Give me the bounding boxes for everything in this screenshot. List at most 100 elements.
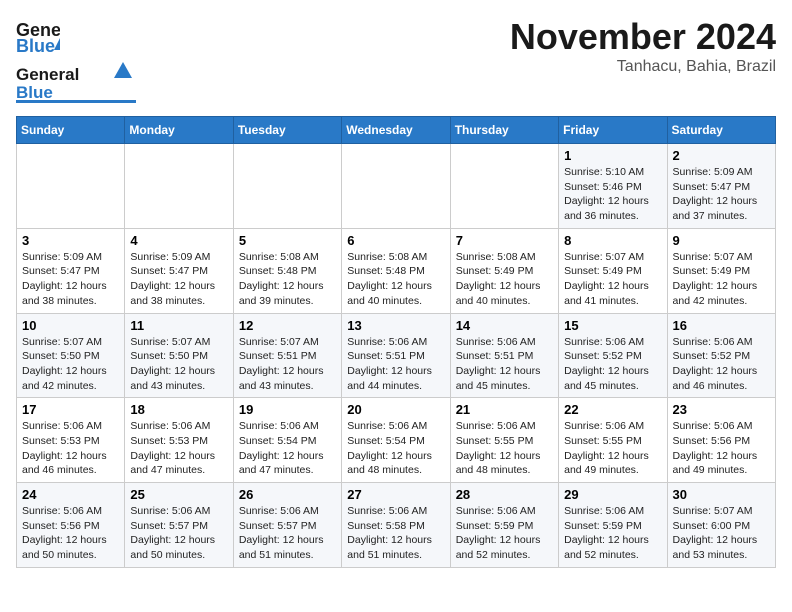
col-wednesday: Wednesday: [342, 117, 450, 144]
calendar-cell: 8Sunrise: 5:07 AM Sunset: 5:49 PM Daylig…: [559, 228, 667, 313]
day-info: Sunrise: 5:06 AM Sunset: 5:51 PM Dayligh…: [456, 335, 553, 394]
calendar-cell: [233, 144, 341, 229]
day-info: Sunrise: 5:06 AM Sunset: 5:54 PM Dayligh…: [239, 419, 336, 478]
calendar-cell: 27Sunrise: 5:06 AM Sunset: 5:58 PM Dayli…: [342, 483, 450, 568]
day-number: 24: [22, 487, 119, 502]
calendar-cell: 4 Sunrise: 5:09 AM Sunset: 5:47 PM Daylig…: [125, 228, 233, 313]
calendar-cell: 24 Sunrise: 5:06 AM Sunset: 5:56 PM Dayli…: [17, 483, 125, 568]
day-info: Sunrise: 5:06 AM Sunset: 5:57 PM Dayligh…: [130, 504, 227, 563]
day-info: Sunrise: 5:09 AM Sunset: 5:47 PM Dayligh…: [130, 250, 227, 309]
calendar-cell: 5 Sunrise: 5:08 AM Sunset: 5:48 PM Daylig…: [233, 228, 341, 313]
day-number: 6: [347, 233, 444, 248]
day-number: 13: [347, 318, 444, 333]
calendar-cell: 10 Sunrise: 5:07 AM Sunset: 5:50 PM Dayli…: [17, 313, 125, 398]
day-info: Sunrise: 5:07 AM Sunset: 5:49 PM Dayligh…: [673, 250, 770, 309]
day-info: Sunrise: 5:10 AM Sunset: 5:46 PM Dayligh…: [564, 165, 661, 224]
calendar-week-2: 3Sunrise: 5:09 AM Sunset: 5:47 PM Daylig…: [17, 228, 776, 313]
calendar-cell: 11 Sunrise: 5:07 AM Sunset: 5:50 PM Dayli…: [125, 313, 233, 398]
calendar-cell: [17, 144, 125, 229]
calendar-cell: 1 Sunrise: 5:10 AM Sunset: 5:46 PM Daylig…: [559, 144, 667, 229]
calendar-cell: 20 Sunrise: 5:06 AM Sunset: 5:54 PM Dayli…: [342, 398, 450, 483]
day-info: Sunrise: 5:06 AM Sunset: 5:58 PM Dayligh…: [347, 504, 444, 563]
col-monday: Monday: [125, 117, 233, 144]
calendar-cell: 19 Sunrise: 5:06 AM Sunset: 5:54 PM Dayli…: [233, 398, 341, 483]
day-info: Sunrise: 5:06 AM Sunset: 5:52 PM Dayligh…: [673, 335, 770, 394]
day-number: 2: [673, 148, 770, 163]
day-number: 9: [673, 233, 770, 248]
day-number: 4: [130, 233, 227, 248]
day-number: 11: [130, 318, 227, 333]
day-number: 5: [239, 233, 336, 248]
day-info: Sunrise: 5:06 AM Sunset: 5:59 PM Dayligh…: [564, 504, 661, 563]
day-number: 10: [22, 318, 119, 333]
calendar-cell: 2 Sunrise: 5:09 AM Sunset: 5:47 PM Daylig…: [667, 144, 775, 229]
col-friday: Friday: [559, 117, 667, 144]
day-info: Sunrise: 5:08 AM Sunset: 5:48 PM Dayligh…: [239, 250, 336, 309]
day-number: 25: [130, 487, 227, 502]
svg-text:Blue: Blue: [16, 36, 55, 56]
calendar-cell: 17 Sunrise: 5:06 AM Sunset: 5:53 PM Dayli…: [17, 398, 125, 483]
day-info: Sunrise: 5:06 AM Sunset: 5:54 PM Dayligh…: [347, 419, 444, 478]
calendar-cell: [125, 144, 233, 229]
calendar-cell: 12 Sunrise: 5:07 AM Sunset: 5:51 PM Dayli…: [233, 313, 341, 398]
calendar-week-5: 24 Sunrise: 5:06 AM Sunset: 5:56 PM Dayli…: [17, 483, 776, 568]
location: Tanhacu, Bahia, Brazil: [510, 58, 776, 76]
calendar-cell: 3Sunrise: 5:09 AM Sunset: 5:47 PM Daylig…: [17, 228, 125, 313]
calendar-cell: 25 Sunrise: 5:06 AM Sunset: 5:57 PM Dayli…: [125, 483, 233, 568]
day-info: Sunrise: 5:06 AM Sunset: 5:59 PM Dayligh…: [456, 504, 553, 563]
day-info: Sunrise: 5:06 AM Sunset: 5:56 PM Dayligh…: [673, 419, 770, 478]
calendar-cell: 7Sunrise: 5:08 AM Sunset: 5:49 PM Daylig…: [450, 228, 558, 313]
calendar-cell: 21 Sunrise: 5:06 AM Sunset: 5:55 PM Dayli…: [450, 398, 558, 483]
col-tuesday: Tuesday: [233, 117, 341, 144]
calendar-cell: 18 Sunrise: 5:06 AM Sunset: 5:53 PM Dayli…: [125, 398, 233, 483]
calendar-cell: 28 Sunrise: 5:06 AM Sunset: 5:59 PM Dayli…: [450, 483, 558, 568]
day-number: 19: [239, 402, 336, 417]
day-number: 21: [456, 402, 553, 417]
calendar-cell: 30Sunrise: 5:07 AM Sunset: 6:00 PM Dayli…: [667, 483, 775, 568]
day-info: Sunrise: 5:06 AM Sunset: 5:57 PM Dayligh…: [239, 504, 336, 563]
day-number: 17: [22, 402, 119, 417]
calendar-week-4: 17 Sunrise: 5:06 AM Sunset: 5:53 PM Dayli…: [17, 398, 776, 483]
day-number: 7: [456, 233, 553, 248]
day-info: Sunrise: 5:09 AM Sunset: 5:47 PM Dayligh…: [22, 250, 119, 309]
day-number: 1: [564, 148, 661, 163]
day-number: 16: [673, 318, 770, 333]
col-thursday: Thursday: [450, 117, 558, 144]
calendar-week-3: 10 Sunrise: 5:07 AM Sunset: 5:50 PM Dayli…: [17, 313, 776, 398]
svg-text:General: General: [16, 65, 79, 84]
calendar-cell: 14 Sunrise: 5:06 AM Sunset: 5:51 PM Dayli…: [450, 313, 558, 398]
day-number: 22: [564, 402, 661, 417]
day-number: 20: [347, 402, 444, 417]
day-number: 23: [673, 402, 770, 417]
day-info: Sunrise: 5:08 AM Sunset: 5:48 PM Dayligh…: [347, 250, 444, 309]
day-info: Sunrise: 5:06 AM Sunset: 5:51 PM Dayligh…: [347, 335, 444, 394]
logo-icon: General Blue: [16, 16, 60, 60]
day-number: 18: [130, 402, 227, 417]
month-title: November 2024: [510, 16, 776, 58]
day-info: Sunrise: 5:06 AM Sunset: 5:53 PM Dayligh…: [130, 419, 227, 478]
day-info: Sunrise: 5:09 AM Sunset: 5:47 PM Dayligh…: [673, 165, 770, 224]
calendar-cell: 6 Sunrise: 5:08 AM Sunset: 5:48 PM Daylig…: [342, 228, 450, 313]
day-info: Sunrise: 5:07 AM Sunset: 5:51 PM Dayligh…: [239, 335, 336, 394]
day-number: 14: [456, 318, 553, 333]
day-number: 28: [456, 487, 553, 502]
day-info: Sunrise: 5:06 AM Sunset: 5:53 PM Dayligh…: [22, 419, 119, 478]
day-info: Sunrise: 5:07 AM Sunset: 6:00 PM Dayligh…: [673, 504, 770, 563]
col-saturday: Saturday: [667, 117, 775, 144]
day-number: 29: [564, 487, 661, 502]
svg-text:Blue: Blue: [16, 83, 53, 102]
day-info: Sunrise: 5:07 AM Sunset: 5:50 PM Dayligh…: [130, 335, 227, 394]
day-info: Sunrise: 5:06 AM Sunset: 5:55 PM Dayligh…: [564, 419, 661, 478]
day-number: 12: [239, 318, 336, 333]
day-info: Sunrise: 5:06 AM Sunset: 5:56 PM Dayligh…: [22, 504, 119, 563]
day-info: Sunrise: 5:06 AM Sunset: 5:55 PM Dayligh…: [456, 419, 553, 478]
calendar-week-1: 1 Sunrise: 5:10 AM Sunset: 5:46 PM Daylig…: [17, 144, 776, 229]
calendar-table: Sunday Monday Tuesday Wednesday Thursday…: [16, 116, 776, 568]
title-block: November 2024 Tanhacu, Bahia, Brazil: [510, 16, 776, 76]
day-info: Sunrise: 5:07 AM Sunset: 5:50 PM Dayligh…: [22, 335, 119, 394]
day-number: 26: [239, 487, 336, 502]
logo: General Blue General Blue: [16, 16, 136, 104]
calendar-cell: 22 Sunrise: 5:06 AM Sunset: 5:55 PM Dayli…: [559, 398, 667, 483]
day-number: 15: [564, 318, 661, 333]
col-sunday: Sunday: [17, 117, 125, 144]
